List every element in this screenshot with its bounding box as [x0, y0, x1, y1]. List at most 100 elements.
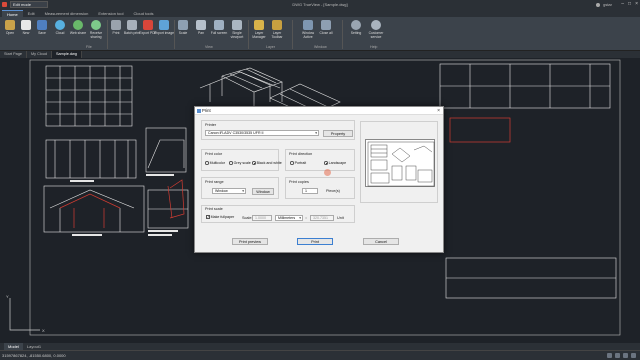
user-icon: [596, 2, 601, 7]
preview-page: [365, 139, 435, 187]
units-select[interactable]: Millimeters ▾: [275, 214, 303, 221]
copies-unit: Piece(s): [326, 189, 340, 193]
cloud-icon: [55, 20, 65, 30]
window-icon: [303, 20, 313, 30]
make-fullpaper-checkbox[interactable]: Make fullpaper: [206, 215, 234, 219]
print-dialog: Print × Printer Canon iR-ADV C3530/3535 …: [194, 106, 444, 253]
close-window-button[interactable]: ×: [635, 0, 638, 9]
tab-cloud-tools[interactable]: Cloud tools: [129, 10, 159, 17]
dialog-title-bar: Print ×: [195, 107, 443, 115]
hand-icon: [196, 20, 206, 30]
pan-button[interactable]: Pan: [193, 20, 209, 46]
layers-icon: [254, 20, 264, 30]
svg-text:X: X: [42, 328, 45, 333]
tab-edit[interactable]: Edit: [23, 10, 40, 17]
print-copies-group: Print copies 1 Piece(s): [285, 177, 355, 199]
close-all-icon: [321, 20, 331, 30]
radio-grey-scale[interactable]: Grey scale: [229, 161, 251, 165]
app-window: Edit mode DWG TrueView - [Sample.dwg] gs…: [0, 0, 640, 360]
user-area[interactable]: gstar: [596, 2, 612, 7]
ortho-icon[interactable]: [623, 353, 628, 358]
group-label-layer: Layer: [266, 45, 275, 49]
group-separator: [342, 20, 343, 49]
printer-select[interactable]: Canon iR-ADV C3530/3535 UFR II ▾: [205, 130, 319, 136]
group-label-file: File: [86, 45, 92, 49]
print-color-label: Print color: [205, 152, 223, 156]
unit-label: Unit: [337, 215, 344, 220]
tab-layout1[interactable]: Layout1: [23, 343, 45, 350]
print-preview-button[interactable]: Print preview: [232, 238, 268, 245]
snap-icon[interactable]: [607, 353, 612, 358]
print-direction-group: Print direction Portrait Landscape: [285, 149, 355, 171]
mode-dropdown[interactable]: Edit mode: [10, 1, 48, 8]
fullscreen-icon: [214, 20, 224, 30]
document-tabs: Start Page My Cloud Sample.dwg: [0, 51, 640, 58]
print-copies-label: Print copies: [289, 180, 309, 184]
maximize-button[interactable]: □: [628, 0, 631, 9]
doc-tab-start-page[interactable]: Start Page: [0, 51, 27, 58]
zoom-icon: [178, 20, 188, 30]
doc-tab-my-cloud[interactable]: My Cloud: [27, 51, 52, 58]
layout-tabs: Model Layout1: [0, 343, 640, 350]
window-active-button[interactable]: Window Active: [300, 20, 316, 46]
receive-sharing-button[interactable]: Receive sharing: [88, 20, 104, 46]
group-label-view: View: [205, 45, 213, 49]
svg-text:Y: Y: [6, 294, 9, 299]
grid-icon[interactable]: [615, 353, 620, 358]
tab-model[interactable]: Model: [4, 343, 23, 350]
full-screen-button[interactable]: Full screen: [211, 20, 227, 46]
print-scale-group: Print scale Make fullpaper Scale: 1.0000…: [201, 205, 355, 223]
pdf-icon: [143, 20, 153, 30]
status-icons: [607, 353, 636, 358]
property-button[interactable]: Property: [323, 129, 353, 137]
window-select-button[interactable]: Window: [252, 187, 274, 195]
group-label-help: Help: [370, 45, 378, 49]
scale-value-input[interactable]: 1.0000: [252, 214, 272, 221]
print-range-select[interactable]: Window ▾: [212, 188, 246, 194]
minimize-button[interactable]: –: [621, 0, 624, 9]
chevron-down-icon: ▾: [299, 215, 301, 220]
customer-service-button[interactable]: Customer service: [368, 20, 384, 46]
mouse-cursor-highlight: [324, 169, 331, 176]
radio-portrait[interactable]: Portrait: [290, 161, 306, 165]
print-color-group: Print color Multicolor Grey scale Black …: [201, 149, 282, 171]
radio-landscape[interactable]: Landscape: [324, 161, 346, 165]
export-image-button[interactable]: Export image: [154, 20, 174, 46]
tab-measurement[interactable]: Measurement dimension: [40, 10, 94, 17]
share-icon: [73, 20, 83, 30]
print-preview-pane: [360, 121, 438, 203]
settings-icon[interactable]: [631, 353, 636, 358]
tab-extension[interactable]: Extension tool: [93, 10, 128, 17]
coordinates-readout: 31597867824, -81550.6800, 0.0000: [2, 353, 66, 358]
drawing-units-input[interactable]: 320.7351: [310, 214, 334, 221]
title-bar: Edit mode DWG TrueView - [Sample.dwg] gs…: [0, 0, 640, 9]
headset-icon: [371, 20, 381, 30]
single-viewport-button[interactable]: Single viewport: [229, 20, 245, 46]
save-button[interactable]: Save: [34, 20, 50, 46]
radio-multicolor[interactable]: Multicolor: [205, 161, 225, 165]
layer-toolbar-button[interactable]: Layer Toolbar: [269, 20, 285, 46]
print-range-group: Print range Window ▾ Window: [201, 177, 279, 199]
scale-button[interactable]: Scale: [175, 20, 191, 46]
tab-home[interactable]: Home: [2, 10, 23, 17]
close-all-button[interactable]: Close all: [318, 20, 334, 46]
print-range-label: Print range: [205, 180, 224, 184]
new-file-icon: [21, 20, 31, 30]
copies-input[interactable]: 1: [302, 188, 318, 194]
receive-icon: [91, 20, 101, 30]
doc-tab-sample[interactable]: Sample.dwg: [52, 51, 82, 58]
save-icon: [37, 20, 47, 30]
cloud-button[interactable]: Cloud: [52, 20, 68, 46]
setting-button[interactable]: Setting: [348, 20, 364, 46]
chevron-down-icon: ▾: [242, 189, 244, 193]
printer-label: Printer: [205, 123, 217, 127]
dialog-close-button[interactable]: ×: [437, 107, 440, 115]
web-share-button[interactable]: Web share: [70, 20, 86, 46]
user-name: gstar: [603, 2, 612, 7]
app-logo-icon[interactable]: [2, 2, 7, 7]
radio-black-and-white[interactable]: Black and white: [252, 161, 282, 165]
print-button[interactable]: Print: [297, 238, 333, 245]
cancel-button[interactable]: Cancel: [363, 238, 399, 245]
layer-manager-button[interactable]: Layer Manager: [251, 20, 267, 46]
chevron-down-icon: ▾: [315, 131, 317, 135]
